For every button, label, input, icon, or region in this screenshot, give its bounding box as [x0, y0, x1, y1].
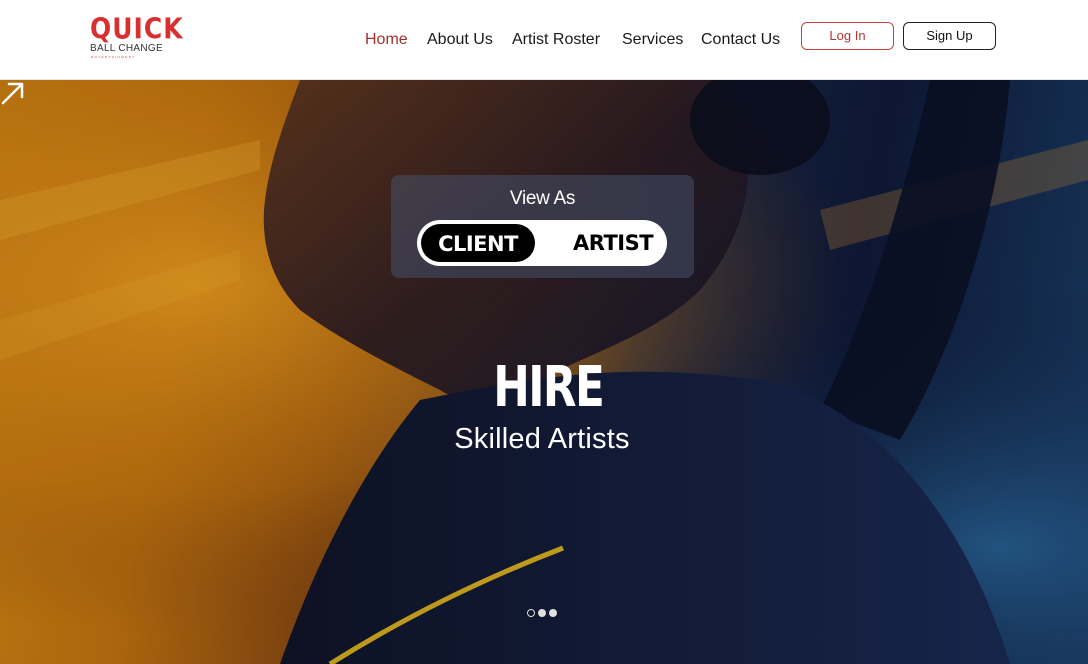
logo-wordmark-top: QUICK — [90, 11, 184, 46]
hero-subheadline: Skilled Artists — [454, 423, 630, 455]
toggle-option-artist[interactable]: ARTIST — [573, 224, 667, 262]
view-as-label: View As — [509, 188, 576, 209]
login-button[interactable]: Log In — [801, 22, 894, 50]
carousel-dot-3[interactable] — [549, 609, 557, 617]
nav-item-about-us[interactable]: About Us — [427, 29, 493, 51]
page: QUICK BALL CHANGE ENTERTAINMENT Home Abo… — [0, 0, 1088, 664]
logo-tagline: ENTERTAINMENT — [91, 55, 136, 59]
signup-button[interactable]: Sign Up — [903, 22, 996, 50]
site-header: QUICK BALL CHANGE ENTERTAINMENT Home Abo… — [0, 0, 1088, 80]
logo[interactable]: QUICK BALL CHANGE ENTERTAINMENT — [90, 12, 183, 61]
hero-headline: HIRE — [493, 355, 605, 420]
carousel-dot-2[interactable] — [538, 609, 546, 617]
logo-wordmark-bottom: BALL CHANGE — [90, 43, 163, 54]
carousel-indicators — [526, 609, 560, 619]
nav-item-home[interactable]: Home — [365, 29, 408, 51]
hero-banner: View As CLIENT ARTIST HIRE Skilled Artis… — [0, 80, 1088, 664]
carousel-dot-1[interactable] — [527, 609, 535, 617]
nav-item-contact-us[interactable]: Contact Us — [701, 29, 780, 51]
arrow-up-right-icon[interactable] — [0, 80, 26, 106]
client-artist-toggle[interactable]: CLIENT ARTIST — [417, 220, 667, 266]
view-as-panel: View As CLIENT ARTIST — [391, 175, 694, 278]
nav-item-artist-roster[interactable]: Artist Roster — [512, 29, 600, 51]
toggle-option-client[interactable]: CLIENT — [421, 224, 535, 262]
nav-item-services[interactable]: Services — [622, 29, 683, 51]
